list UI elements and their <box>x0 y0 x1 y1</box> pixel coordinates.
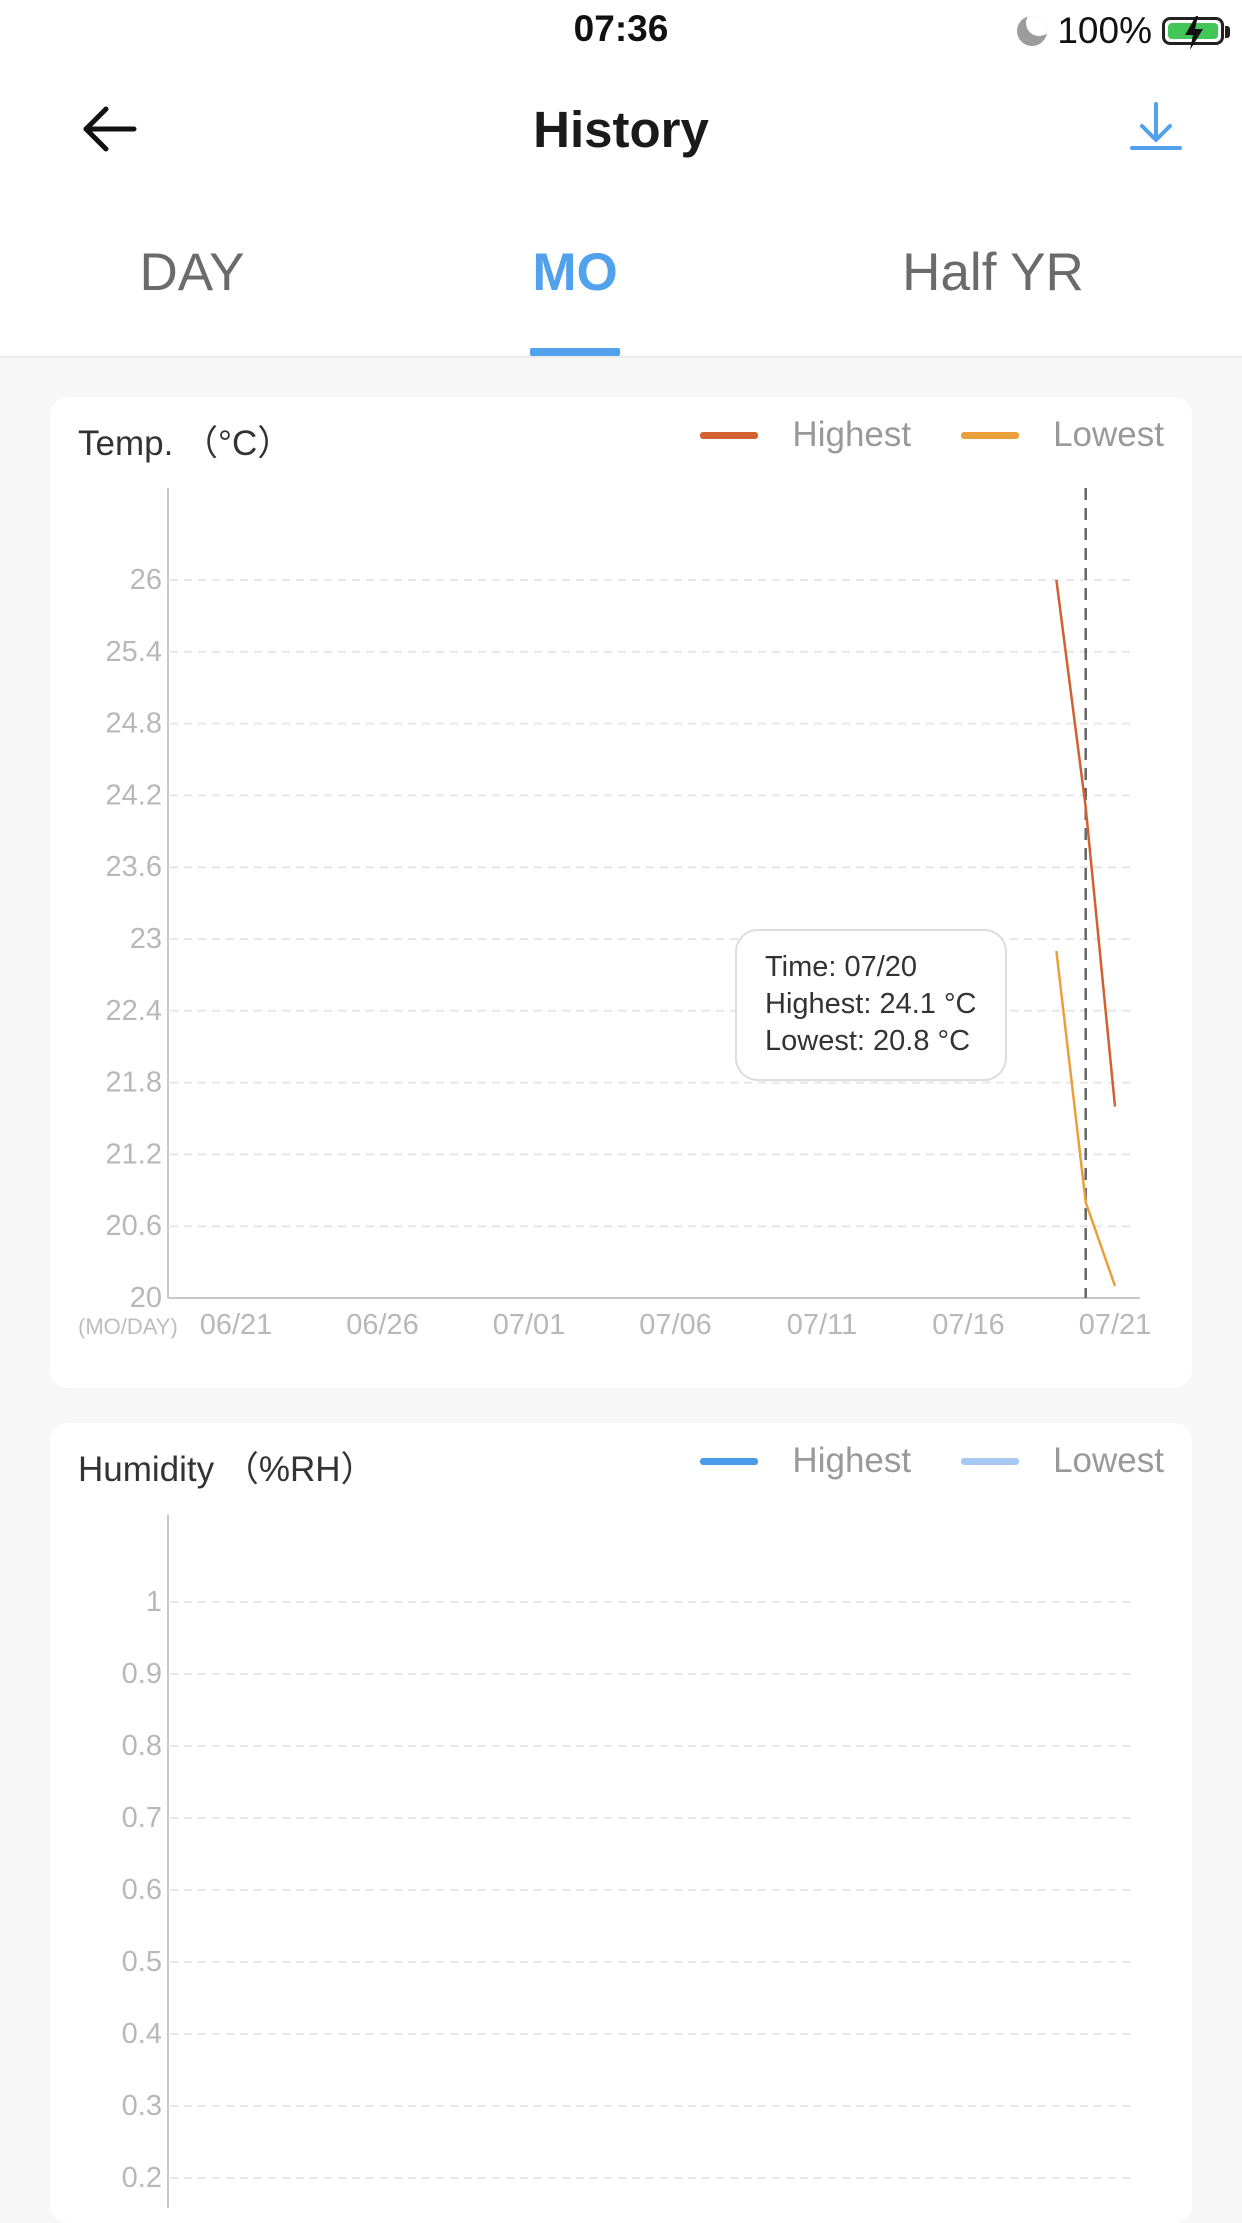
y-tick-label: 0.4 <box>122 2018 162 2050</box>
y-tick-label: 0.2 <box>122 2162 162 2194</box>
x-tick-label: 07/16 <box>932 1309 1005 1341</box>
y-tick-label: 0.6 <box>122 1874 162 1906</box>
temp-y-tick-labels: 20 20.6 21.2 21.8 22.4 23 23.6 24.2 24.8 25.4 26 <box>106 564 162 1314</box>
humidity-y-tick-labels: 0.2 0.3 0.4 0.5 0.6 0.7 0.8 0.9 1 <box>122 1586 162 2194</box>
y-tick-label: 0.7 <box>122 1802 162 1834</box>
tooltip-time: Time: 07/20 <box>765 951 917 983</box>
x-tick-label: 06/21 <box>200 1309 273 1341</box>
chart-canvas: 20 20.6 21.2 21.8 22.4 23 23.6 24.2 24.8 25.4 26 0… <box>0 0 1242 2208</box>
y-tick-label: 0.5 <box>122 1946 162 1978</box>
y-tick-label: 21.2 <box>106 1138 162 1170</box>
y-tick-label: 0.9 <box>122 1658 162 1690</box>
y-tick-label: 21.8 <box>106 1067 162 1099</box>
temp-gridlines <box>170 580 1135 1226</box>
humidity-gridlines <box>170 1602 1135 2178</box>
y-tick-label: 23.6 <box>106 851 162 883</box>
tooltip: Time: 07/20 Highest: 24.1 °C Lowest: 20.… <box>736 930 1006 1080</box>
tooltip-highest: Highest: 24.1 °C <box>765 988 976 1020</box>
y-tick-label: 20.6 <box>106 1210 162 1242</box>
y-tick-label: 0.8 <box>122 1730 162 1762</box>
x-tick-label: 07/06 <box>639 1309 712 1341</box>
y-tick-label: 26 <box>130 564 162 596</box>
temp-x-tick-labels: 06/21 06/26 07/01 07/06 07/11 07/16 07/21 <box>200 1309 1152 1341</box>
x-tick-label: 06/26 <box>346 1309 419 1341</box>
x-tick-label: 07/01 <box>493 1309 566 1341</box>
y-tick-label: 22.4 <box>106 995 162 1027</box>
y-tick-label: 23 <box>130 923 162 955</box>
y-tick-label: 20 <box>130 1282 162 1314</box>
x-axis-unit-label: (MO/DAY) <box>78 1314 178 1339</box>
y-tick-label: 24.2 <box>106 779 162 811</box>
temp-axes <box>168 488 1140 1298</box>
y-tick-label: 1 <box>146 1586 162 1618</box>
x-tick-label: 07/21 <box>1079 1309 1152 1341</box>
x-tick-label: 07/11 <box>787 1309 857 1341</box>
y-tick-label: 25.4 <box>106 636 162 668</box>
y-tick-label: 24.8 <box>106 708 162 740</box>
y-tick-label: 0.3 <box>122 2090 162 2122</box>
tooltip-lowest: Lowest: 20.8 °C <box>765 1025 970 1057</box>
